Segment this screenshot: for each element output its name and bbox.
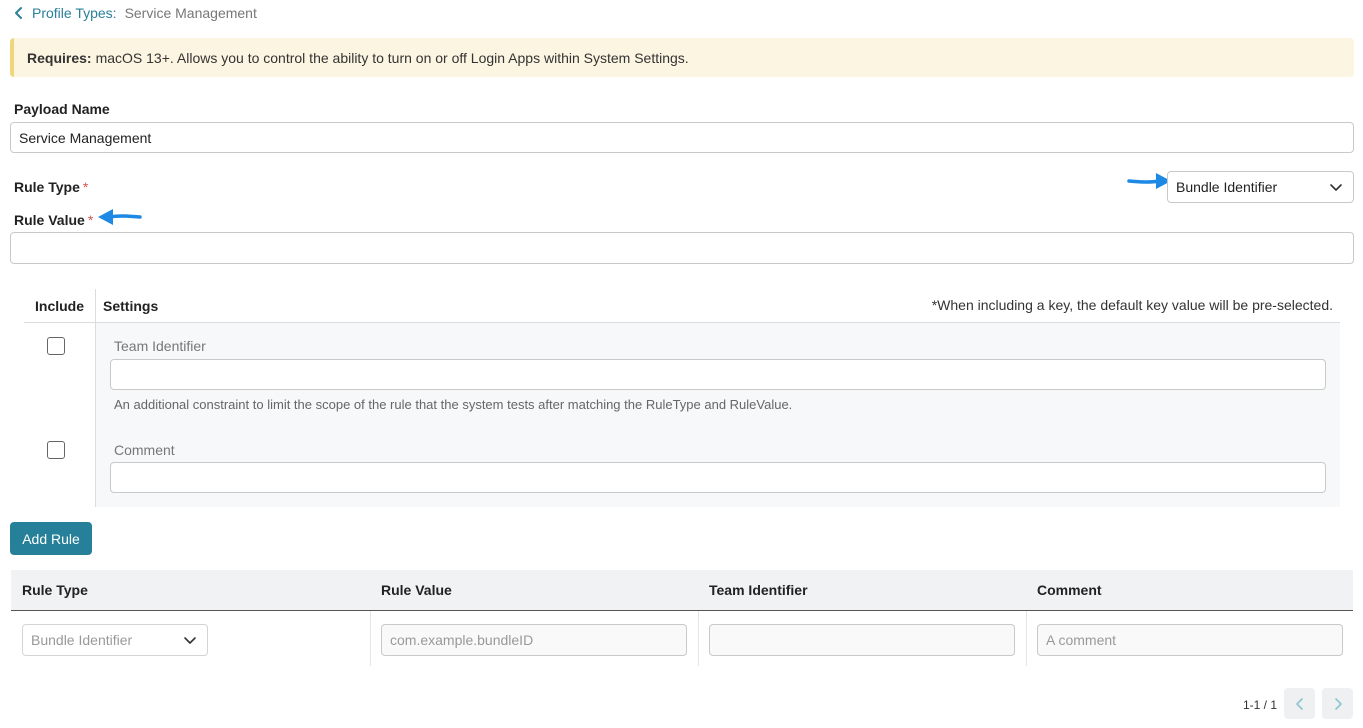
cell-divider bbox=[1026, 611, 1027, 666]
row-rule-type-selected: Bundle Identifier bbox=[31, 632, 133, 648]
column-header-rule-value: Rule Value bbox=[381, 582, 452, 598]
requires-banner: Requires: macOS 13+. Allows you to contr… bbox=[10, 38, 1354, 77]
chevron-left-icon bbox=[1295, 697, 1303, 710]
rule-type-label: Rule Type * bbox=[14, 179, 88, 195]
required-mark: * bbox=[82, 179, 89, 195]
next-page-button[interactable] bbox=[1322, 688, 1353, 719]
team-identifier-input[interactable] bbox=[110, 359, 1326, 390]
comment-label: Comment bbox=[114, 442, 175, 458]
chevron-down-icon bbox=[1330, 184, 1342, 191]
column-header-comment: Comment bbox=[1037, 582, 1102, 598]
team-identifier-label: Team Identifier bbox=[114, 338, 206, 354]
include-team-identifier-checkbox[interactable] bbox=[47, 337, 65, 355]
payload-name-input[interactable] bbox=[10, 122, 1354, 153]
annotation-arrow-icon bbox=[98, 209, 142, 225]
payload-name-label: Payload Name bbox=[14, 101, 110, 117]
row-team-identifier-input[interactable] bbox=[709, 624, 1015, 656]
add-rule-button[interactable]: Add Rule bbox=[10, 522, 92, 555]
row-rule-value-input[interactable] bbox=[381, 624, 687, 656]
pagination-range: 1-1 / 1 bbox=[1243, 698, 1278, 712]
cell-divider bbox=[698, 611, 699, 666]
include-comment-checkbox[interactable] bbox=[47, 441, 65, 459]
team-identifier-help: An additional constraint to limit the sc… bbox=[114, 397, 793, 412]
column-divider bbox=[95, 289, 96, 507]
row-comment-input[interactable] bbox=[1037, 624, 1343, 656]
breadcrumb-link-profile-types[interactable]: Profile Types: bbox=[32, 5, 117, 21]
settings-note: *When including a key, the default key v… bbox=[931, 297, 1333, 313]
comment-input[interactable] bbox=[110, 462, 1326, 493]
column-header-team-identifier: Team Identifier bbox=[709, 582, 808, 598]
column-header-rule-type: Rule Type bbox=[22, 582, 88, 598]
rules-table-header: Rule Type Rule Value Team Identifier Com… bbox=[11, 570, 1353, 611]
rule-value-input[interactable] bbox=[10, 232, 1354, 264]
rule-type-selected: Bundle Identifier bbox=[1176, 179, 1278, 195]
breadcrumb-current: Service Management bbox=[124, 5, 257, 21]
row-rule-type-select[interactable]: Bundle Identifier bbox=[22, 624, 208, 656]
previous-page-button[interactable] bbox=[1284, 688, 1315, 719]
rule-value-label: Rule Value * bbox=[14, 212, 93, 228]
breadcrumb: Profile Types: Service Management bbox=[12, 4, 257, 22]
chevron-left-icon[interactable] bbox=[12, 6, 26, 20]
settings-column-header: Settings bbox=[103, 298, 159, 314]
settings-header: Include Settings *When including a key, … bbox=[24, 289, 1340, 323]
chevron-down-icon bbox=[184, 637, 196, 644]
rule-type-select[interactable]: Bundle Identifier bbox=[1167, 171, 1354, 203]
chevron-right-icon bbox=[1334, 697, 1342, 710]
required-mark: * bbox=[87, 212, 94, 228]
rule-type-label-text: Rule Type bbox=[14, 179, 80, 195]
banner-label: Requires: bbox=[27, 49, 92, 66]
rule-value-label-text: Rule Value bbox=[14, 212, 85, 228]
banner-text: macOS 13+. Allows you to control the abi… bbox=[95, 49, 689, 66]
include-column-header: Include bbox=[35, 298, 85, 314]
cell-divider bbox=[370, 611, 371, 666]
table-row: Bundle Identifier bbox=[11, 611, 1353, 666]
